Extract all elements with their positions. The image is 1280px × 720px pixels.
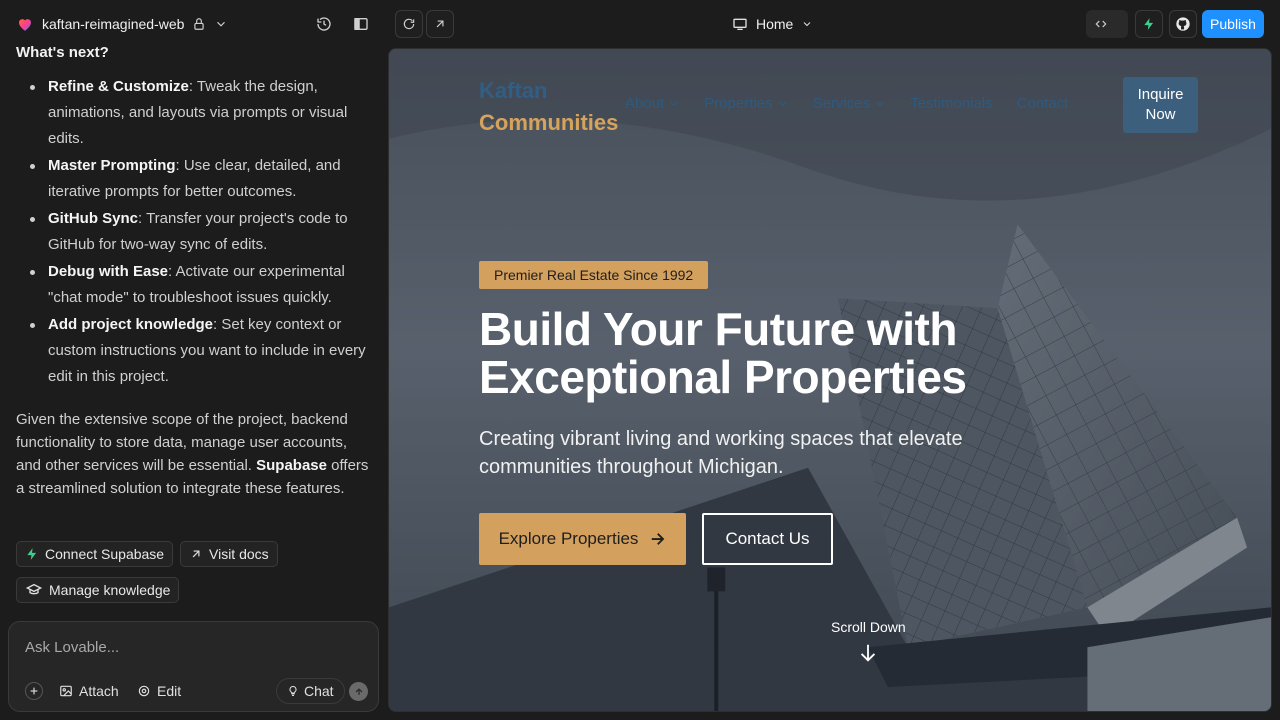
arrow-up-right-icon bbox=[436, 20, 444, 28]
cta-label: Explore Properties bbox=[498, 529, 639, 548]
step-title: Debug with Ease bbox=[48, 263, 169, 280]
nav-about[interactable]: About bbox=[625, 95, 680, 112]
code-icon bbox=[1092, 15, 1110, 33]
brand-line-2: Communities bbox=[479, 110, 619, 135]
history-icon[interactable] bbox=[316, 16, 332, 32]
nav-testimonials[interactable]: Testimonials bbox=[910, 95, 993, 112]
nav-label: Services bbox=[812, 95, 871, 112]
nav-contact[interactable]: Contact bbox=[1017, 95, 1069, 112]
github-icon bbox=[1176, 17, 1190, 31]
site-nav: About Properties Services Testimonials C… bbox=[625, 95, 1092, 112]
lock-icon bbox=[194, 18, 205, 30]
nav-label: About bbox=[625, 95, 665, 112]
lightbulb-icon bbox=[289, 685, 297, 696]
scroll-down-indicator[interactable]: Scroll Down bbox=[831, 619, 906, 665]
contact-us-button[interactable]: Contact Us bbox=[702, 513, 833, 565]
arrow-up-right-icon bbox=[192, 550, 200, 558]
explore-properties-button[interactable]: Explore Properties bbox=[479, 513, 686, 565]
chip-label: Visit docs bbox=[209, 546, 269, 562]
chevron-down-icon bbox=[876, 101, 884, 106]
edit-button[interactable]: Edit bbox=[137, 678, 181, 704]
graduation-cap-icon bbox=[25, 583, 43, 595]
open-new-tab-button[interactable] bbox=[426, 10, 454, 38]
list-item: Master Prompting: Use clear, detailed, a… bbox=[16, 153, 376, 205]
supabase-button[interactable] bbox=[1135, 10, 1163, 38]
chip-label: Manage knowledge bbox=[49, 582, 171, 598]
attach-label: Attach bbox=[79, 683, 119, 699]
step-title: Add project knowledge bbox=[48, 316, 214, 333]
arrow-down-icon bbox=[861, 644, 876, 662]
monitor-icon bbox=[733, 18, 747, 30]
target-icon bbox=[138, 685, 150, 697]
image-icon bbox=[60, 685, 72, 697]
step-title: GitHub Sync bbox=[48, 210, 139, 227]
github-button[interactable] bbox=[1169, 10, 1197, 38]
publish-button[interactable]: Publish bbox=[1202, 10, 1264, 38]
route-label: Home bbox=[756, 16, 794, 32]
composer-toolbar: Attach Edit Chat bbox=[9, 678, 378, 704]
chevron-down-icon bbox=[804, 22, 811, 27]
site-preview: Kaftan Communities About Properties Serv… bbox=[388, 48, 1272, 712]
brand-logo[interactable]: Kaftan Communities bbox=[479, 75, 618, 139]
lovable-heart-icon bbox=[19, 19, 31, 31]
connect-supabase-button[interactable]: Connect Supabase bbox=[16, 541, 174, 567]
project-switcher[interactable]: kaftan-reimagined-web bbox=[16, 13, 228, 35]
nav-properties[interactable]: Properties bbox=[704, 95, 788, 112]
inquire-now-button[interactable]: Inquire Now bbox=[1123, 77, 1198, 133]
next-steps-list: Refine & Customize: Tweak the design, an… bbox=[16, 74, 376, 391]
list-item: Debug with Ease: Activate our experiment… bbox=[16, 259, 376, 311]
list-item: Add project knowledge: Set key context o… bbox=[16, 312, 376, 390]
visit-docs-button[interactable]: Visit docs bbox=[180, 541, 278, 567]
code-view-toggle[interactable] bbox=[1086, 10, 1128, 38]
arrow-up-icon bbox=[355, 687, 362, 695]
hero-headline: Build Your Future with Exceptional Prope… bbox=[479, 303, 967, 403]
nav-label: Properties bbox=[704, 95, 773, 112]
supabase-paragraph: Given the extensive scope of the project… bbox=[16, 408, 372, 500]
supabase-bolt-icon bbox=[27, 548, 37, 560]
edit-label: Edit bbox=[157, 683, 182, 699]
plus-icon bbox=[25, 682, 43, 700]
list-item: GitHub Sync: Transfer your project's cod… bbox=[16, 206, 376, 258]
arrow-right-icon bbox=[652, 533, 665, 545]
attach-button[interactable]: Attach bbox=[59, 678, 119, 704]
chevron-down-icon bbox=[670, 101, 678, 106]
scroll-label: Scroll Down bbox=[831, 619, 906, 635]
add-button[interactable] bbox=[25, 678, 43, 704]
manage-knowledge-button[interactable]: Manage knowledge bbox=[16, 577, 180, 603]
chevron-down-icon bbox=[217, 21, 226, 27]
refresh-icon bbox=[403, 18, 415, 30]
step-title: Master Prompting bbox=[48, 157, 176, 174]
refresh-button[interactable] bbox=[395, 10, 423, 38]
ask-input[interactable]: Ask Lovable... bbox=[25, 639, 119, 656]
route-selector[interactable]: Home bbox=[732, 14, 813, 34]
step-title: Refine & Customize bbox=[48, 78, 189, 95]
app-window: kaftan-reimagined-web Home Publish What'… bbox=[0, 0, 1280, 720]
chip-label: Connect Supabase bbox=[45, 546, 165, 562]
nav-services[interactable]: Services bbox=[813, 95, 887, 112]
whats-next-heading: What's next? bbox=[16, 44, 109, 61]
chat-panel: What's next? Refine & Customize: Tweak t… bbox=[0, 40, 388, 720]
nav-label: Testimonials bbox=[910, 95, 993, 112]
brand-line-1: Kaftan bbox=[479, 78, 548, 103]
list-item: Refine & Customize: Tweak the design, an… bbox=[16, 74, 376, 152]
chat-composer: Ask Lovable... Attach Edit Chat bbox=[8, 621, 379, 712]
chat-label: Chat bbox=[304, 683, 334, 699]
send-button[interactable] bbox=[349, 682, 368, 701]
supabase-mention: Supabase bbox=[256, 457, 327, 474]
chat-mode-button[interactable]: Chat bbox=[276, 678, 345, 704]
project-name: kaftan-reimagined-web bbox=[42, 16, 185, 32]
sidebar-toggle-icon[interactable] bbox=[353, 16, 369, 32]
supabase-bolt-icon bbox=[1144, 18, 1154, 30]
chevron-down-icon bbox=[779, 101, 787, 106]
nav-label: Contact bbox=[1016, 95, 1069, 112]
since-badge: Premier Real Estate Since 1992 bbox=[479, 261, 709, 289]
hero-subheadline: Creating vibrant living and working spac… bbox=[479, 428, 963, 478]
